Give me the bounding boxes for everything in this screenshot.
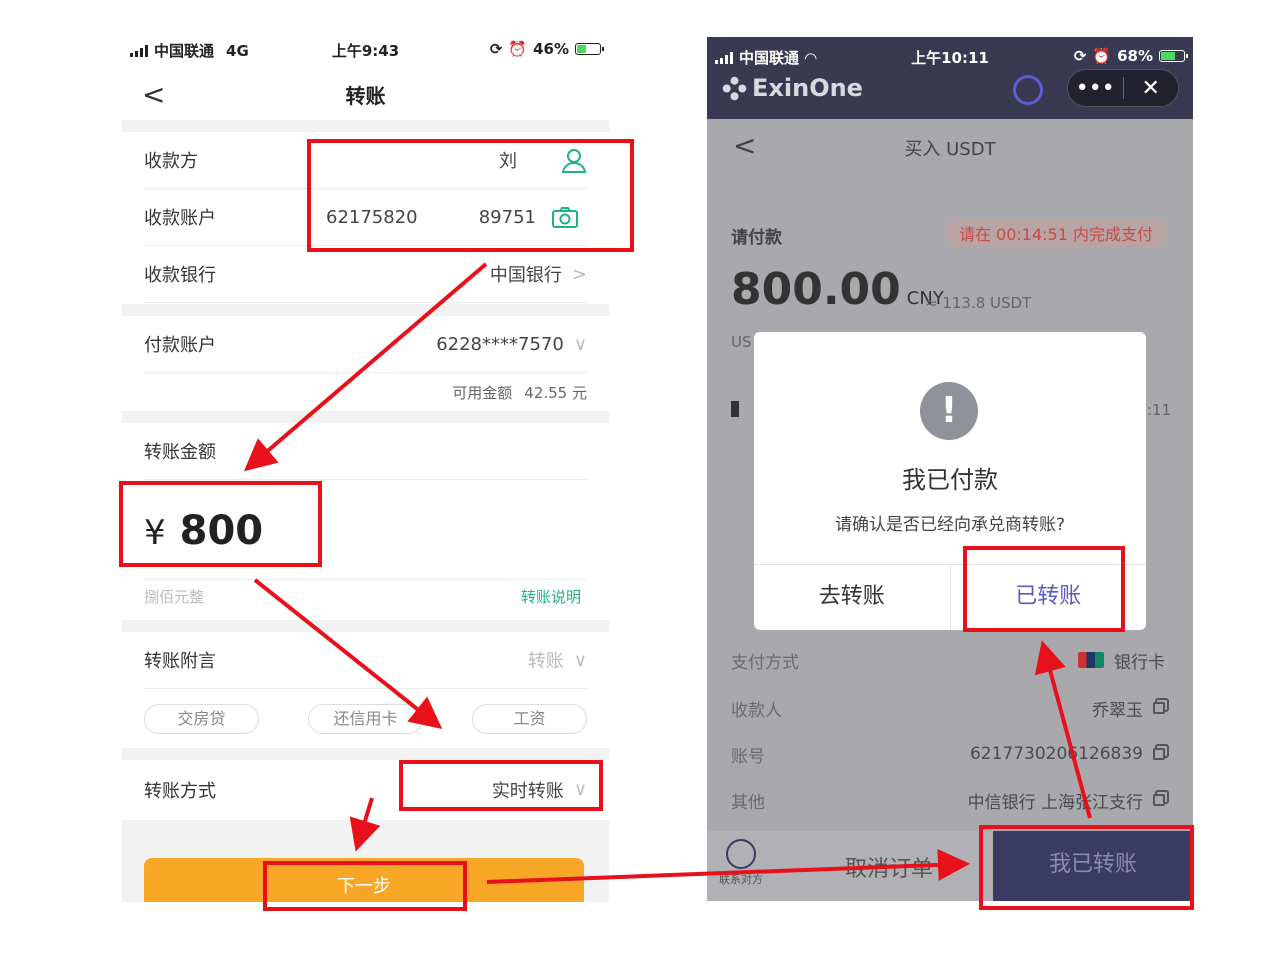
cancel-order-button[interactable]: 取消订单 — [845, 851, 933, 883]
app-name: ExinOne — [752, 74, 863, 102]
note-chip[interactable]: 还信用卡 — [308, 704, 423, 734]
lock-rotation-icon: ⟳ — [1073, 47, 1087, 65]
right-phone-screen: 中国联通 ◠ 上午10:11 ⟳ ⏰ 68% ExinOne ••• ✕ < 买… — [707, 37, 1193, 901]
more-button[interactable]: ••• — [1068, 76, 1123, 101]
lock-rotation-icon: ⟳ — [489, 40, 503, 58]
pay-label: 请付款 — [731, 228, 782, 248]
detail-key: 收款人 — [731, 700, 782, 721]
detail-row: 收款人 乔翠玉 — [731, 693, 1165, 723]
mini-program-capsule: ••• ✕ — [1067, 69, 1179, 107]
page-title: 转账 — [345, 84, 386, 108]
robot-icon[interactable] — [1013, 75, 1043, 105]
chevron-down-icon: ∨ — [573, 333, 587, 355]
detail-key: 支付方式 — [731, 652, 799, 673]
note-chip[interactable]: 交房贷 — [144, 704, 259, 734]
balance-row: 可用金额 42.55 元 — [144, 373, 587, 411]
note-chip[interactable]: 工资 — [472, 704, 587, 734]
note-value: 转账 — [527, 651, 564, 672]
highlight-box-method — [399, 760, 603, 811]
section-gap — [122, 748, 609, 760]
payment-amount: 800.00 CNY — [731, 264, 944, 315]
dialog-message: 请确认是否已经向承兑商转账? — [834, 515, 1066, 535]
highlight-box-payee — [307, 139, 634, 252]
detail-row: 其他 中信银行 上海张江支行 — [731, 785, 1165, 815]
alarm-icon: ⏰ — [508, 40, 528, 58]
amount-in-words: 捌佰元整 — [144, 588, 205, 606]
exclamation-icon: ! — [920, 382, 978, 440]
method-label: 转账方式 — [144, 780, 216, 802]
unionpay-icon — [1078, 652, 1104, 668]
battery-percent: 68% — [1117, 47, 1153, 65]
detail-key: 账号 — [731, 746, 765, 767]
pay-account-number: 6228****7570 — [436, 333, 564, 355]
pay-account-label: 付款账户 — [144, 335, 216, 356]
detail-key: 其他 — [731, 792, 765, 813]
balance-value: 42.55 元 — [524, 383, 587, 402]
alarm-icon: ⏰ — [1092, 47, 1112, 65]
exinone-logo-icon — [721, 74, 748, 102]
chevron-right-icon: > — [571, 263, 587, 285]
detail-row: 账号 6217730206126839 — [731, 739, 1165, 769]
detail-row: 支付方式 银行卡 — [731, 645, 1165, 675]
highlight-box-transferred — [963, 546, 1125, 632]
copy-icon[interactable] — [1153, 748, 1165, 760]
marker — [731, 401, 739, 417]
highlight-box-paid — [979, 825, 1194, 910]
copy-icon[interactable] — [1153, 794, 1165, 806]
battery-icon — [1159, 50, 1188, 62]
nav-bar: < 转账 — [122, 68, 609, 120]
note-label: 转账附言 — [144, 651, 216, 672]
battery-percent: 46% — [533, 40, 569, 58]
detail-value: 乔翠玉 — [1092, 700, 1143, 721]
payee-label: 收款方 — [144, 151, 198, 172]
bank-name: 中国银行 — [489, 265, 562, 286]
account-label: 收款账户 — [144, 208, 216, 229]
section-gap — [122, 411, 609, 423]
transfer-explain-link[interactable]: 转账说明 — [521, 586, 581, 607]
bank-row[interactable]: 收款银行 中国银行 > — [144, 246, 587, 303]
detail-value: 6217730206126839 — [969, 744, 1143, 764]
section-gap — [122, 120, 609, 132]
highlight-box-amount — [119, 481, 322, 567]
partial-text: US — [731, 333, 752, 351]
amount-label-row: 转账金额 — [144, 423, 587, 480]
payment-amount-value: 800.00 — [731, 264, 901, 315]
chat-icon — [726, 839, 756, 869]
pay-account-row[interactable]: 付款账户 6228****7570 ∨ — [144, 316, 587, 373]
app-logo: ExinOne — [721, 74, 863, 102]
close-button[interactable]: ✕ — [1124, 76, 1179, 101]
contact-button[interactable]: 联系对方 — [719, 839, 763, 887]
detail-value: 中信银行 上海张江支行 — [967, 792, 1143, 813]
divider — [144, 579, 587, 580]
note-chips: 交房贷 还信用卡 工资 — [144, 704, 587, 734]
balance-label: 可用金额 — [452, 383, 513, 402]
chevron-down-icon: ∨ — [573, 649, 587, 671]
copy-icon[interactable] — [1153, 702, 1165, 714]
note-row[interactable]: 转账附言 转账 ∨ — [144, 632, 587, 689]
highlight-box-next — [263, 861, 467, 911]
app-top-bar: 中国联通 ◠ 上午10:11 ⟳ ⏰ 68% ExinOne ••• ✕ — [707, 37, 1193, 119]
page-title: 买入 USDT — [904, 139, 996, 160]
battery-icon — [575, 43, 604, 55]
bank-label: 收款银行 — [144, 265, 216, 286]
go-transfer-button[interactable]: 去转账 — [754, 565, 950, 630]
amount-label: 转账金额 — [144, 442, 216, 463]
status-bar: 中国联通 4G 上午9:43 ⟳ ⏰ 46% — [122, 30, 609, 68]
payment-timer: 请在 00:14:51 内完成支付 — [944, 219, 1167, 247]
section-gap — [122, 304, 609, 316]
approx-usdt: ≈ 113.8 USDT — [925, 294, 1032, 312]
section-gap — [122, 620, 609, 632]
contact-label: 联系对方 — [719, 873, 763, 886]
detail-value: 银行卡 — [1114, 652, 1165, 673]
dialog-title: 我已付款 — [902, 466, 998, 494]
